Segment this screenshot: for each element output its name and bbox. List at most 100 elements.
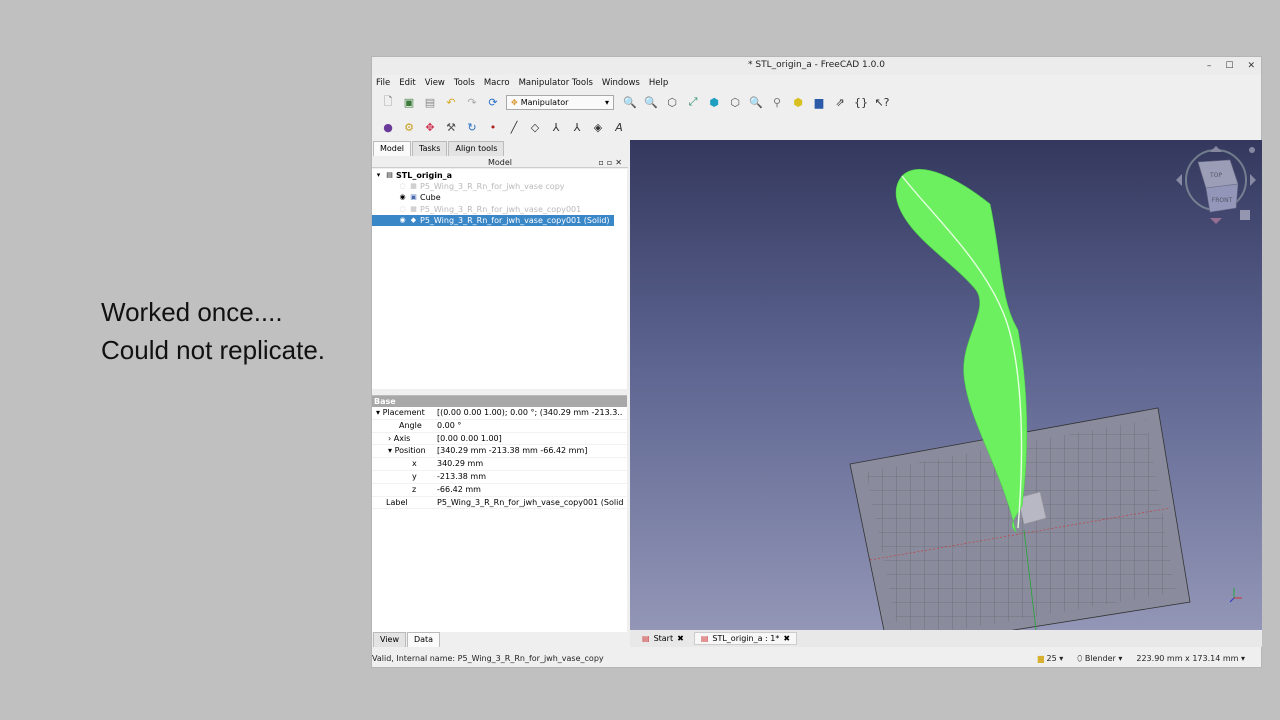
property-view: Base ▾ Placement [(0.00 0.00 1.00); 0.00… xyxy=(372,395,627,632)
save-icon[interactable]: ▤ xyxy=(422,94,438,110)
menu-tools[interactable]: Tools xyxy=(454,76,475,90)
property-value[interactable]: [340.29 mm -213.38 mm -66.42 mm] xyxy=(437,445,623,458)
property-row[interactable]: ▾ Position [340.29 mm -213.38 mm -66.42 … xyxy=(372,445,627,459)
new-document-icon[interactable]: 🗋 xyxy=(380,94,396,110)
menu-manipulator-tools[interactable]: Manipulator Tools xyxy=(519,76,593,90)
close-tab-icon[interactable]: ✖ xyxy=(677,634,684,643)
freecad-window: * STL_origin_a - FreeCAD 1.0.0 – ☐ ✕ Fil… xyxy=(371,56,1262,668)
property-row[interactable]: Angle 0.00 ° xyxy=(372,420,627,433)
menu-windows[interactable]: Windows xyxy=(602,76,640,90)
line-icon[interactable]: ╱ xyxy=(506,119,522,135)
tree-root[interactable]: ▾ ▤ STL_origin_a xyxy=(374,170,452,181)
sphere-icon[interactable]: ● xyxy=(380,119,396,135)
property-row[interactable]: › Axis [0.00 0.00 1.00] xyxy=(372,433,627,446)
tab-model[interactable]: Model xyxy=(373,141,412,156)
eye-hidden-icon[interactable]: ◌ xyxy=(398,181,407,192)
undo-icon[interactable]: ↶ xyxy=(443,94,459,110)
rotate-icon[interactable]: ↻ xyxy=(464,119,480,135)
eye-icon[interactable]: ◉ xyxy=(398,192,407,203)
property-value[interactable]: 340.29 mm xyxy=(437,458,623,471)
folder-icon: ▆ xyxy=(1037,654,1044,663)
point-icon[interactable]: • xyxy=(485,119,501,135)
folder-icon[interactable]: ▆ xyxy=(811,94,827,110)
property-value[interactable]: 0.00 ° xyxy=(437,420,623,433)
property-row[interactable]: ▾ Placement [(0.00 0.00 1.00); 0.00 °; (… xyxy=(372,407,627,420)
slide-line-2: Could not replicate. xyxy=(101,335,326,365)
menu-help[interactable]: Help xyxy=(649,76,668,90)
property-row[interactable]: z -66.42 mm xyxy=(372,484,627,497)
draw-style-icon[interactable]: ⬡ xyxy=(664,94,680,110)
part-icon[interactable]: ⚲ xyxy=(769,94,785,110)
chevron-down-icon: ▾ xyxy=(1059,654,1064,663)
property-row[interactable]: y -213.38 mm xyxy=(372,471,627,484)
tree-item[interactable]: ◉ ▣ Cube xyxy=(398,192,440,203)
tab-view[interactable]: View xyxy=(373,632,406,647)
property-value[interactable]: [(0.00 0.00 1.00); 0.00 °; (340.29 mm -2… xyxy=(437,407,623,420)
property-row[interactable]: Label P5_Wing_3_R_Rn_for_jwh_vase_copy00… xyxy=(372,497,627,510)
text-icon[interactable]: A xyxy=(611,119,627,135)
part-cube-icon[interactable]: ⬢ xyxy=(790,94,806,110)
tab-tasks[interactable]: Tasks xyxy=(412,141,448,156)
menu-view[interactable]: View xyxy=(425,76,445,90)
3d-viewport[interactable]: TOP FRONT xyxy=(630,140,1262,630)
property-row[interactable]: x 340.29 mm xyxy=(372,458,627,471)
zoom-fit-icon[interactable]: 🔍 xyxy=(622,94,638,110)
collapse-icon[interactable]: ▾ xyxy=(374,170,383,181)
tree-item[interactable]: ◌ ▦ P5_Wing_3_R_Rn_for_jwh_vase_copy001 xyxy=(398,204,581,215)
dimension-readout[interactable]: 223.90 mm x 173.14 mm ▾ xyxy=(1136,652,1245,666)
tab-data[interactable]: Data xyxy=(406,632,441,647)
menu-edit[interactable]: Edit xyxy=(399,76,415,90)
panel-controls-icon[interactable]: ▫▫✕ xyxy=(598,157,625,168)
tree-item-label: P5_Wing_3_R_Rn_for_jwh_vase_copy001 (Sol… xyxy=(420,216,610,225)
property-value[interactable]: -213.38 mm xyxy=(437,471,623,484)
property-value[interactable]: P5_Wing_3_R_Rn_for_jwh_vase_copy001 (Sol… xyxy=(437,497,623,510)
frame-icon[interactable]: ⅄ xyxy=(569,119,585,135)
zoom-selection-icon[interactable]: 🔍 xyxy=(643,94,659,110)
property-group: Base xyxy=(372,396,627,407)
move-icon[interactable]: ✥ xyxy=(422,119,438,135)
standard-views-icon[interactable]: ⬡ xyxy=(727,94,743,110)
tree-item-selected[interactable]: ◉ ◆ P5_Wing_3_R_Rn_for_jwh_vase_copy001 … xyxy=(372,215,614,226)
redo-icon[interactable]: ↷ xyxy=(464,94,480,110)
eye-hidden-icon[interactable]: ◌ xyxy=(398,204,407,215)
diamond-icon[interactable]: ◈ xyxy=(590,119,606,135)
tree-item[interactable]: ◌ ▦ P5_Wing_3_R_Rn_for_jwh_vase copy xyxy=(398,181,564,192)
measure-icon[interactable]: 🔍 xyxy=(748,94,764,110)
property-key: Position xyxy=(394,446,426,456)
menu-file[interactable]: File xyxy=(376,76,390,90)
bounding-box-icon[interactable]: ⤢ xyxy=(685,94,701,110)
close-tab-icon[interactable]: ✖ xyxy=(783,634,790,643)
open-document-icon[interactable]: ▣ xyxy=(401,94,417,110)
eye-icon[interactable]: ◉ xyxy=(398,215,407,226)
maximize-icon[interactable]: ☐ xyxy=(1225,58,1233,74)
tree-root-label: STL_origin_a xyxy=(396,171,453,180)
chevron-down-icon: ▾ xyxy=(1240,654,1245,663)
tab-document[interactable]: ▤ STL_origin_a : 1* ✖ xyxy=(693,632,798,645)
navigation-style[interactable]: ⬯ Blender ▾ xyxy=(1077,652,1122,666)
tab-align-tools[interactable]: Align tools xyxy=(448,141,505,156)
isometric-view-icon[interactable]: ⬢ xyxy=(706,94,722,110)
workbench-selector[interactable]: ✥ Manipulator ▾ xyxy=(506,94,614,110)
start-icon: ▤ xyxy=(642,634,650,643)
close-icon[interactable]: ✕ xyxy=(1247,58,1255,74)
combo-tabs: Model Tasks Align tools xyxy=(373,141,505,156)
minimize-icon[interactable]: – xyxy=(1207,58,1212,74)
whats-this-icon[interactable]: ↖? xyxy=(874,94,890,110)
menu-macro[interactable]: Macro xyxy=(484,76,510,90)
property-value[interactable]: [0.00 0.00 1.00] xyxy=(437,433,623,446)
mesh-icon: ▦ xyxy=(410,205,417,213)
cube-icon: ▣ xyxy=(410,193,417,201)
place-icon[interactable]: ⚙ xyxy=(401,119,417,135)
property-key: Label xyxy=(386,497,408,507)
refresh-icon[interactable]: ⟳ xyxy=(485,94,501,110)
slide-caption: Worked once.... Could not replicate. xyxy=(101,293,325,369)
property-key: y xyxy=(412,471,417,481)
axes-icon[interactable]: ⅄ xyxy=(548,119,564,135)
macro-icon[interactable]: {} xyxy=(853,94,869,110)
link-icon[interactable]: ⇗ xyxy=(832,94,848,110)
tools-icon[interactable]: ⚒ xyxy=(443,119,459,135)
unit-count[interactable]: ▆ 25 ▾ xyxy=(1038,652,1063,666)
tab-start[interactable]: ▤ Start ✖ xyxy=(636,633,690,644)
plane-icon[interactable]: ◇ xyxy=(527,119,543,135)
property-value[interactable]: -66.42 mm xyxy=(437,484,623,497)
